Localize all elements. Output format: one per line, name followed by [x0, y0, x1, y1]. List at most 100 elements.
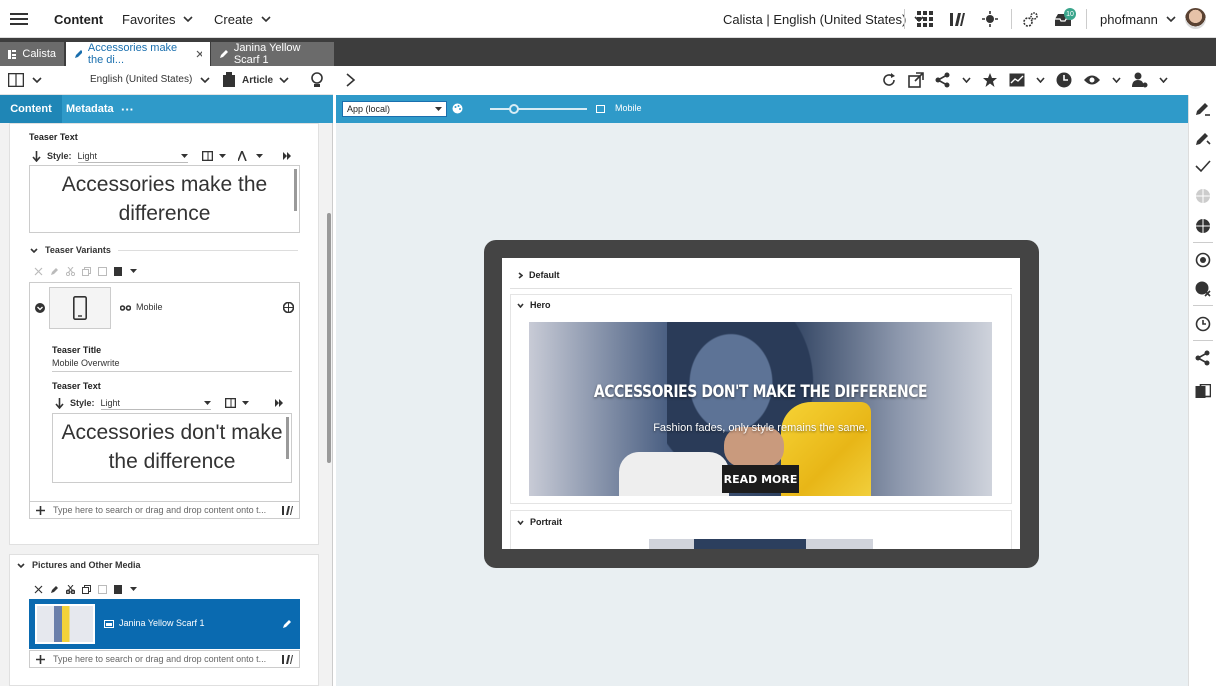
- open-external-icon[interactable]: [908, 72, 924, 88]
- section-portrait[interactable]: Portrait: [517, 517, 562, 527]
- variant-thumbnail[interactable]: [49, 287, 111, 329]
- palette-icon[interactable]: [452, 103, 463, 114]
- zoom-slider-track[interactable]: [490, 104, 587, 114]
- globe-sync-icon[interactable]: [1195, 252, 1211, 268]
- globe-schedule-icon[interactable]: [1195, 316, 1211, 332]
- user-settings-icon[interactable]: [1132, 72, 1148, 88]
- star-icon[interactable]: [982, 72, 998, 88]
- globe-lock-icon[interactable]: [283, 302, 294, 313]
- arrow-down-icon[interactable]: [32, 150, 41, 162]
- workflow-button[interactable]: [982, 0, 998, 38]
- chevron-down-icon[interactable]: [1112, 77, 1121, 83]
- duplicate-icon[interactable]: [98, 266, 107, 276]
- section-default[interactable]: Default: [518, 270, 560, 280]
- teaser-variants-header[interactable]: Teaser Variants: [30, 245, 298, 255]
- style-select[interactable]: Light: [77, 150, 188, 163]
- tab-metadata[interactable]: Metadata: [66, 95, 114, 123]
- pictures-search-input[interactable]: Type here to search or drag and drop con…: [29, 650, 300, 668]
- checkmark-icon[interactable]: [1195, 159, 1211, 173]
- globe-icon[interactable]: [1195, 188, 1211, 204]
- share-icon[interactable]: [935, 72, 951, 88]
- paste-icon[interactable]: [114, 266, 123, 276]
- cut-icon[interactable]: [66, 584, 75, 594]
- portrait-teaser-image[interactable]: [649, 539, 873, 549]
- copy-icon[interactable]: [82, 266, 91, 276]
- create-menu[interactable]: Create: [214, 0, 271, 38]
- variant-teaser-text-editor[interactable]: Accessories don't make the difference: [52, 413, 292, 483]
- chevron-down-icon[interactable]: [1159, 77, 1168, 83]
- pencil-icon[interactable]: [282, 619, 292, 629]
- collapse-icon[interactable]: [35, 303, 45, 313]
- edit-release-icon[interactable]: [1195, 131, 1211, 147]
- chevron-down-icon[interactable]: [962, 77, 971, 83]
- view-switch-button[interactable]: [8, 73, 42, 87]
- table-icon[interactable]: [201, 151, 213, 161]
- device-icon[interactable]: [596, 105, 605, 113]
- paste-icon[interactable]: [114, 584, 123, 594]
- library-icon[interactable]: [282, 654, 293, 664]
- translate-icon[interactable]: [1195, 384, 1211, 400]
- close-icon[interactable]: [196, 50, 202, 58]
- tab-calista[interactable]: Calista: [0, 42, 64, 66]
- chevron-down-icon[interactable]: [241, 401, 249, 405]
- plus-icon[interactable]: [36, 654, 45, 664]
- scrollbar[interactable]: [294, 169, 297, 211]
- app-select[interactable]: App (local): [342, 101, 447, 117]
- chevron-down-icon[interactable]: [1036, 77, 1045, 83]
- apps-button[interactable]: [917, 0, 933, 38]
- hero-teaser[interactable]: ACCESSORIES DON'T MAKE THE DIFFERENCE Fa…: [529, 322, 992, 496]
- plus-icon[interactable]: [36, 505, 45, 515]
- edit-assign-icon[interactable]: [1195, 101, 1211, 117]
- site-locale-selector[interactable]: Calista | English (United States): [723, 0, 924, 38]
- tab-janina-scarf[interactable]: Janina Yellow Scarf 1: [211, 42, 334, 66]
- chevron-down-icon[interactable]: [255, 154, 263, 158]
- variant-style-select[interactable]: Light: [100, 397, 211, 410]
- duplicate-icon[interactable]: [98, 584, 107, 594]
- section-hero[interactable]: Hero: [517, 300, 551, 310]
- globe-withdraw-icon[interactable]: [1195, 281, 1211, 297]
- pictures-header[interactable]: Pictures and Other Media: [17, 560, 141, 570]
- chevron-right-icon[interactable]: [345, 73, 357, 87]
- variant-search-input[interactable]: Type here to search or drag and drop con…: [29, 501, 300, 519]
- variant-teaser-title-input[interactable]: Mobile Overwrite: [52, 358, 292, 372]
- settings-button[interactable]: [1022, 0, 1039, 38]
- copy-icon[interactable]: [82, 584, 91, 594]
- share-icon[interactable]: [1195, 350, 1211, 366]
- close-icon[interactable]: [34, 585, 43, 594]
- picture-item[interactable]: Janina Yellow Scarf 1: [29, 599, 300, 649]
- scrollbar[interactable]: [327, 213, 331, 463]
- avatar[interactable]: [1185, 8, 1206, 29]
- analytics-icon[interactable]: [1009, 73, 1025, 87]
- zoom-slider-thumb[interactable]: [509, 104, 520, 114]
- chevron-down-icon[interactable]: [218, 154, 226, 158]
- menu-button[interactable]: [10, 0, 28, 38]
- tab-accessories-article[interactable]: Accessories make the di...: [66, 42, 210, 66]
- locale-selector[interactable]: English (United States): [90, 74, 210, 85]
- fast-forward-icon[interactable]: [274, 399, 284, 407]
- read-more-button[interactable]: READ MORE: [722, 465, 799, 493]
- scrollbar[interactable]: [286, 417, 289, 459]
- favorites-menu[interactable]: Favorites: [122, 0, 194, 38]
- fast-forward-icon[interactable]: [282, 152, 292, 160]
- pencil-icon[interactable]: [50, 267, 59, 276]
- reload-icon[interactable]: [881, 72, 897, 88]
- library-icon[interactable]: [282, 505, 293, 515]
- chevron-down-icon[interactable]: [130, 269, 137, 273]
- user-menu[interactable]: phofmann: [1100, 0, 1176, 38]
- cut-icon[interactable]: [66, 266, 75, 276]
- clock-icon[interactable]: [1056, 72, 1072, 88]
- tab-content[interactable]: Content: [0, 95, 62, 123]
- pencil-icon[interactable]: [50, 585, 59, 594]
- tips-button[interactable]: [310, 72, 324, 89]
- library-button[interactable]: [949, 0, 965, 38]
- chevron-down-icon[interactable]: [130, 587, 137, 591]
- globe-publish-icon[interactable]: [1195, 218, 1211, 234]
- close-icon[interactable]: [34, 267, 43, 276]
- doctype-selector[interactable]: Article: [222, 72, 289, 88]
- tab-more[interactable]: ···: [121, 95, 134, 123]
- eye-icon[interactable]: [1083, 74, 1101, 86]
- notifications-button[interactable]: 10: [1054, 0, 1076, 38]
- text-format-icon[interactable]: [237, 151, 250, 161]
- arrow-down-icon[interactable]: [55, 397, 64, 409]
- table-icon[interactable]: [224, 398, 236, 408]
